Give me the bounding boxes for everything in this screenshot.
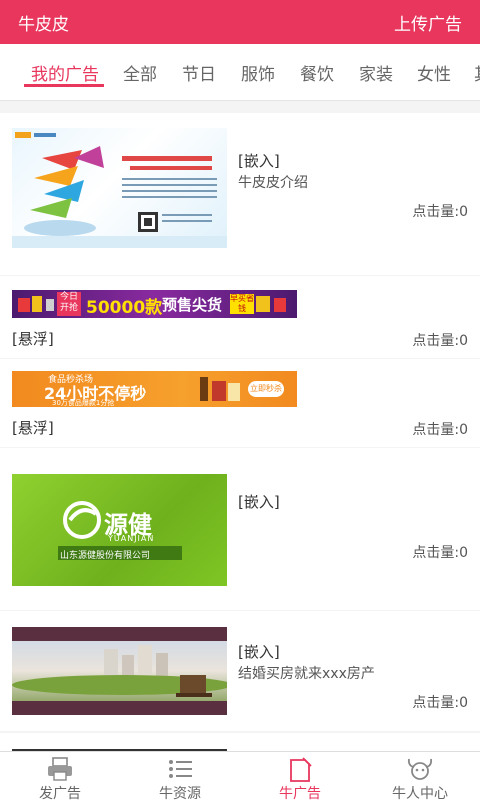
bull-head-icon <box>407 758 433 780</box>
ad-item[interactable]: [嵌入] 结婚买房就来xxx房产 点击量:0 <box>0 611 480 731</box>
nav-label: 发广告 <box>39 786 81 802</box>
logo-company: 山东源健股份有限公司 <box>60 551 151 561</box>
bottom-nav: 发广告 牛资源 牛广告 牛人中心 <box>0 751 480 802</box>
ad-type: [嵌入] <box>238 643 280 661</box>
nav-resources[interactable]: 牛资源 <box>120 752 240 802</box>
nav-label: 牛资源 <box>159 786 201 802</box>
ad-item[interactable]: 源健 YUANJIAN 山东源健股份有限公司 [嵌入] 点击量:0 <box>0 448 480 610</box>
banner-headline: 50000款 <box>86 298 163 318</box>
tab-home[interactable]: 家装 <box>359 60 393 85</box>
nav-label: 牛广告 <box>279 786 321 802</box>
ad-list: [嵌入] 牛皮皮介绍 点击量:0 今日开抢 50000款 预售尖货 早买省钱 [… <box>0 101 480 751</box>
ad-type: [悬浮] <box>12 330 54 348</box>
banner-text: 预售尖货 <box>162 296 223 314</box>
ad-thumbnail <box>12 128 227 248</box>
tab-food[interactable]: 餐饮 <box>300 60 334 85</box>
click-count: 点击量:0 <box>412 695 468 711</box>
upload-ad-button[interactable]: 上传广告 <box>394 10 462 35</box>
click-count: 点击量:0 <box>412 545 468 561</box>
ad-description: 结婚买房就来xxx房产 <box>238 666 375 682</box>
tab-my-ads[interactable]: 我的广告 <box>31 60 99 85</box>
tab-festival[interactable]: 节日 <box>182 60 216 85</box>
ad-banner: 食品秒杀场 24小时不停秒 30万食品爆款1分抢 立即秒杀 <box>12 371 297 407</box>
ad-banner: 今日开抢 50000款 预售尖货 早买省钱 <box>12 290 297 318</box>
tab-clothing[interactable]: 服饰 <box>241 60 275 85</box>
ad-page-icon <box>290 757 312 782</box>
tab-all[interactable]: 全部 <box>123 60 157 85</box>
banner-sub: 30万食品爆款1分抢 <box>52 399 115 407</box>
list-item <box>0 733 480 751</box>
tab-more[interactable]: 其 <box>474 60 480 85</box>
nav-ads[interactable]: 牛广告 <box>240 752 360 802</box>
ad-type: [嵌入] <box>238 493 280 511</box>
click-count: 点击量:0 <box>412 204 468 220</box>
app-title: 牛皮皮 <box>18 15 69 35</box>
ad-item[interactable]: 食品秒杀场 24小时不停秒 30万食品爆款1分抢 立即秒杀 [悬浮] 点击量:0 <box>0 359 480 447</box>
top-bar: 牛皮皮 上传广告 <box>0 0 480 44</box>
ad-thumbnail <box>12 627 227 715</box>
nav-label: 牛人中心 <box>392 786 448 802</box>
ad-item[interactable]: [嵌入] 牛皮皮介绍 点击量:0 <box>0 113 480 275</box>
click-count: 点击量:0 <box>412 422 468 438</box>
ad-thumbnail: 源健 YUANJIAN 山东源健股份有限公司 <box>12 474 227 586</box>
ad-type: [嵌入] <box>238 152 280 170</box>
active-tab-underline <box>24 84 104 87</box>
ad-type: [悬浮] <box>12 419 54 437</box>
nav-profile[interactable]: 牛人中心 <box>360 752 480 802</box>
ad-description: 牛皮皮介绍 <box>238 175 308 191</box>
banner-button: 立即秒杀 <box>248 381 284 397</box>
click-count: 点击量:0 <box>412 333 468 349</box>
nav-post-ad[interactable]: 发广告 <box>0 752 120 802</box>
list-icon <box>169 760 192 778</box>
logo-english: YUANJIAN <box>108 534 155 543</box>
ad-item[interactable]: 今日开抢 50000款 预售尖货 早买省钱 [悬浮] 点击量:0 <box>0 276 480 358</box>
banner-badge: 今日开抢 <box>57 292 81 316</box>
banner-button: 早买省钱 <box>230 294 254 314</box>
category-tabs: 我的广告 全部 节日 服饰 餐饮 家装 女性 其 <box>0 44 480 101</box>
printer-icon <box>48 757 72 781</box>
tab-women[interactable]: 女性 <box>417 60 451 85</box>
